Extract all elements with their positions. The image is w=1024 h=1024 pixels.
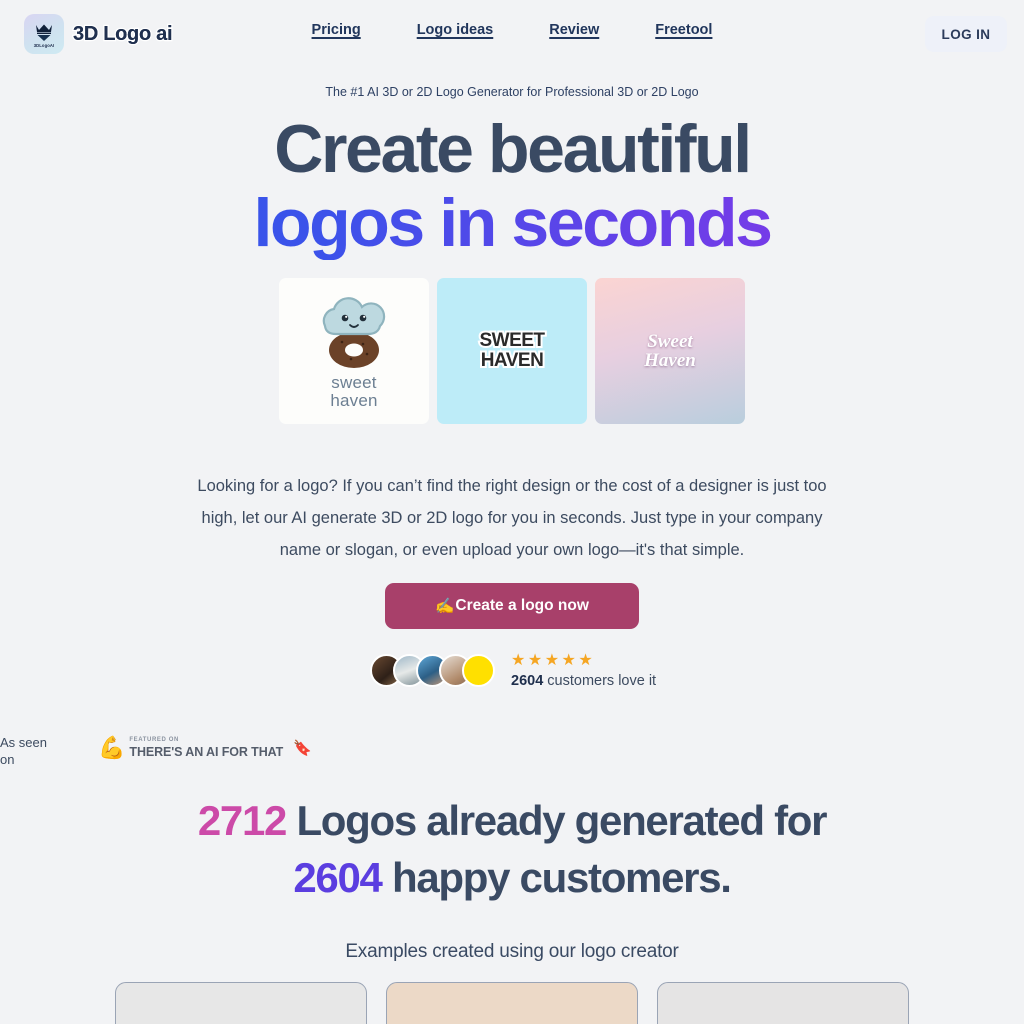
main-nav: Pricing Logo ideas Review Freetool <box>0 22 1024 38</box>
taaft-name: THERE'S AN AI FOR THAT <box>129 745 284 760</box>
avatar <box>462 654 495 687</box>
hero-logo-samples: sweet haven SWEET HAVEN Sweet Haven <box>0 278 1024 424</box>
as-seen-on-label: As seen on <box>0 735 47 767</box>
landing-page: 3DLogoAI 3D Logo ai Pricing Logo ideas R… <box>0 0 1024 1024</box>
nav-item-freetool[interactable]: Freetool <box>655 22 712 38</box>
logo-sample-cloud-donut[interactable]: sweet haven <box>279 278 429 424</box>
example-card[interactable] <box>115 982 367 1024</box>
nav-item-review[interactable]: Review <box>549 22 599 38</box>
nav-item-logo-ideas[interactable]: Logo ideas <box>417 22 494 38</box>
customer-avatars <box>370 654 495 687</box>
create-logo-button[interactable]: ✍️ Create a logo now <box>385 583 639 629</box>
cloud-donut-icon <box>322 297 386 368</box>
star-rating-icon: ★★★★★ <box>511 652 596 669</box>
happy-customers-count: 2604 <box>293 854 383 901</box>
writing-hand-icon: ✍️ <box>435 597 455 615</box>
login-button[interactable]: LOG IN <box>925 16 1007 52</box>
example-card[interactable] <box>386 982 638 1024</box>
example-card[interactable] <box>657 982 909 1024</box>
headline-line-2: logos in seconds <box>0 186 1024 260</box>
site-header: 3DLogoAI 3D Logo ai Pricing Logo ideas R… <box>0 0 1024 68</box>
examples-gallery <box>0 982 1024 1024</box>
bookmark-icon: 🔖 <box>293 740 312 757</box>
examples-section-title: Examples created using our logo creator <box>345 941 679 962</box>
logo-sample-3-text: Sweet Haven <box>644 331 696 371</box>
social-proof: ★★★★★ 2604 customers love it <box>370 652 656 689</box>
logos-generated-text: Logos already generated for <box>286 797 827 844</box>
page-title: Create beautiful logos in seconds <box>0 112 1024 260</box>
stats-headline: 2712 Logos already generated for 2604 ha… <box>0 792 1024 906</box>
logo-sample-script[interactable]: Sweet Haven <box>595 278 745 424</box>
happy-customers-text: happy customers. <box>381 854 732 901</box>
hero-eyebrow: The #1 AI 3D or 2D Logo Generator for Pr… <box>325 85 699 99</box>
logo-sample-bubble[interactable]: SWEET HAVEN <box>437 278 587 424</box>
press-bar: As seen on 💪 FEATURED ON THERE'S AN AI F… <box>0 712 1024 792</box>
flexed-biceps-icon: 💪 <box>98 735 126 760</box>
hero-description: Looking for a logo? If you can’t find th… <box>197 477 827 559</box>
taaft-featured-label: FEATURED ON <box>129 737 179 744</box>
headline-line-1: Create beautiful <box>274 111 752 187</box>
nav-item-pricing[interactable]: Pricing <box>312 22 361 38</box>
badge-theres-an-ai-for-that[interactable]: 💪 FEATURED ON THERE'S AN AI FOR THAT 🔖 <box>98 735 312 761</box>
brand-badge-caption: 3DLogoAI <box>33 42 55 48</box>
logo-sample-2-text: SWEET HAVEN <box>477 329 547 373</box>
create-logo-button-label: Create a logo now <box>455 597 589 614</box>
customer-count-text: 2604 customers love it <box>511 673 657 689</box>
logos-generated-count: 2712 <box>197 797 288 844</box>
logo-sample-1-text: sweet haven <box>330 373 378 410</box>
